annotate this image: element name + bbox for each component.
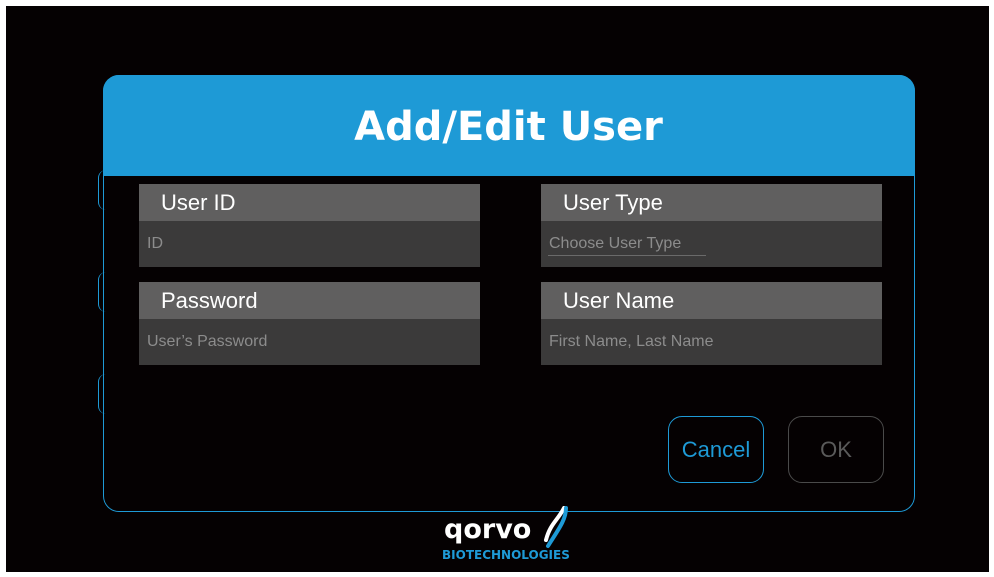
side-bracket-decoration [98,170,107,210]
select-underline [548,255,706,256]
user-name-input[interactable]: First Name, Last Name [541,319,882,365]
password-input[interactable]: User’s Password [139,319,480,365]
user-type-field: User Type Choose User Type [541,184,882,267]
app-screen: Add/Edit User User ID ID User Type Choos… [6,6,989,572]
ok-button[interactable]: OK [788,416,884,483]
user-type-select[interactable]: Choose User Type [541,221,882,267]
dialog-header: Add/Edit User [102,74,915,176]
user-id-input[interactable]: ID [139,221,480,267]
logo-subtitle: BIOTECHNOLOGIES [442,548,570,562]
logo-wordmark: qorvo [444,514,532,545]
password-label: Password [139,282,480,319]
password-field: Password User’s Password [139,282,480,365]
side-bracket-decoration [98,374,107,414]
dna-helix-icon [544,506,568,548]
cancel-button[interactable]: Cancel [668,416,764,483]
user-type-label: User Type [541,184,882,221]
user-id-field: User ID ID [139,184,480,267]
side-bracket-decoration [98,272,107,312]
user-name-field: User Name First Name, Last Name [541,282,882,365]
qorvo-biotechnologies-logo: qorvo BIOTECHNOLOGIES [436,506,576,568]
user-type-placeholder: Choose User Type [549,235,682,252]
user-name-label: User Name [541,282,882,319]
add-edit-user-dialog: Add/Edit User User ID ID User Type Choos… [98,74,915,512]
dialog-title: Add/Edit User [354,104,663,150]
user-id-label: User ID [139,184,480,221]
